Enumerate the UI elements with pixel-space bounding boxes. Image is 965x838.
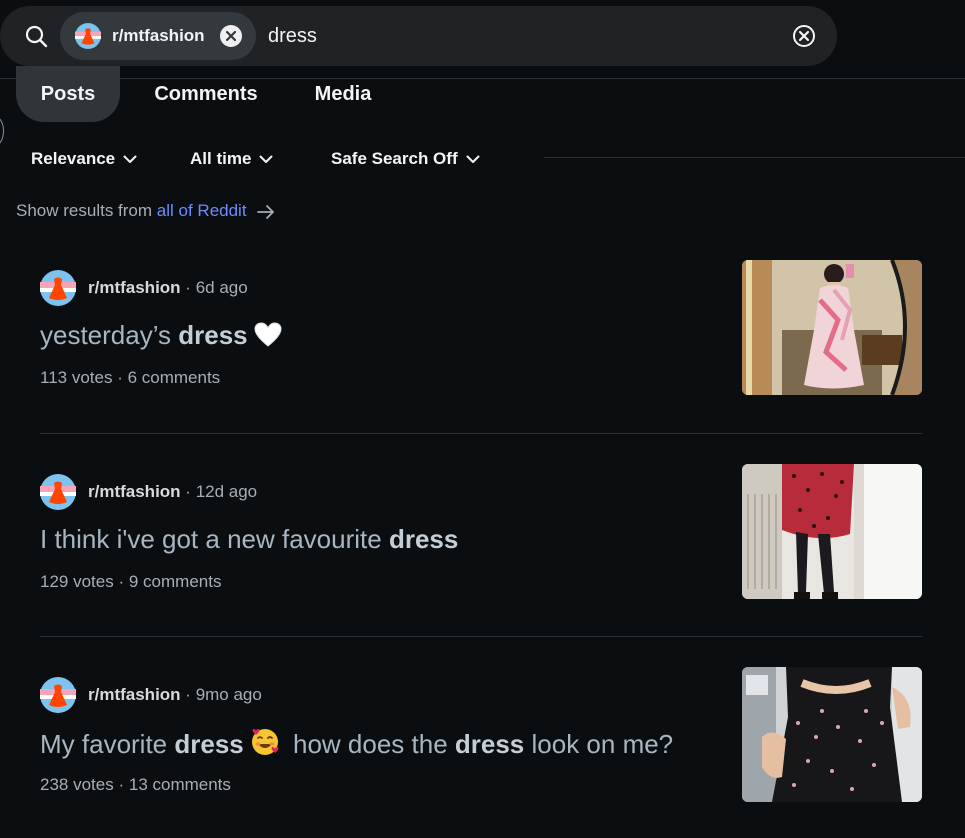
search-result-post[interactable]: r/mtfashion · 6d ago yesterday’s dress 1… [40,260,922,396]
filter-divider [544,157,965,158]
tab-comments[interactable]: Comments [146,66,266,122]
tab-media[interactable]: Media [304,66,382,122]
stats-separator: · [118,572,129,591]
post-comments: 6 comments [127,368,221,387]
post-title[interactable]: I think i've got a new favourite dress [40,524,458,555]
safe-search-dropdown[interactable]: Safe Search Off [331,146,480,172]
title-highlight: dress [174,729,244,759]
post-meta: r/mtfashion · 9mo ago [88,685,262,705]
subreddit-avatar-icon [75,23,101,49]
search-result-post[interactable]: r/mtfashion · 9mo ago My favorite dress … [40,667,922,803]
post-comments: 13 comments [128,775,231,794]
post-votes: 129 votes [40,572,114,591]
all-of-reddit-link[interactable]: all of Reddit [157,201,247,220]
title-text: yesterday’s [40,320,179,350]
post-subreddit-link[interactable]: r/mtfashion [88,482,181,501]
post-subreddit-link[interactable]: r/mtfashion [88,685,181,704]
post-divider [40,433,922,434]
post-title[interactable]: yesterday’s dress [40,320,288,351]
white-heart-icon [254,322,282,347]
post-stats: 113 votes · 6 comments [40,368,220,388]
time-dropdown-label: All time [190,149,252,168]
show-results-prefix: Show results from [16,201,153,220]
subreddit-avatar-icon[interactable] [40,677,76,713]
safe-search-label: Safe Search Off [331,149,458,168]
stats-separator: · [117,368,128,387]
subreddit-filter-chip[interactable]: r/mtfashion [60,12,256,60]
chevron-down-icon [466,155,480,164]
post-subreddit-link[interactable]: r/mtfashion [88,278,181,297]
post-thumbnail[interactable] [742,667,922,802]
remove-subreddit-button[interactable] [220,25,242,47]
search-bar[interactable]: r/mtfashion [0,6,837,66]
search-result-post[interactable]: r/mtfashion · 12d ago I think i've got a… [40,464,922,600]
post-stats: 238 votes · 13 comments [40,775,231,795]
subreddit-chip-label: r/mtfashion [112,26,205,45]
sort-dropdown-label: Relevance [31,149,116,168]
meta-separator: · [185,685,196,704]
post-thumbnail[interactable] [742,464,922,599]
close-icon [226,31,236,41]
post-divider [40,636,922,637]
post-comments: 9 comments [128,572,222,591]
search-icon[interactable] [24,24,48,48]
header-divider [0,78,965,79]
stats-separator: · [118,775,129,794]
meta-separator: · [185,278,196,297]
post-thumbnail[interactable] [742,260,922,395]
post-age: 12d ago [195,482,258,501]
title-text: look on me? [524,729,674,759]
subreddit-avatar-icon[interactable] [40,270,76,306]
title-highlight: dress [454,729,525,759]
title-text: how does the [285,729,455,759]
sort-dropdown[interactable]: Relevance [31,146,137,172]
post-age: 6d ago [195,278,248,297]
post-votes: 238 votes [40,775,114,794]
time-dropdown[interactable]: All time [190,146,273,172]
post-votes: 113 votes [40,368,113,387]
title-highlight: dress [178,320,248,350]
show-results-from: Show results from all of Reddit [16,201,275,221]
search-input[interactable] [268,20,768,52]
tab-posts[interactable]: Posts [16,66,120,122]
post-meta: r/mtfashion · 6d ago [88,278,248,298]
chevron-down-icon [259,155,273,164]
clear-search-icon[interactable] [792,24,816,48]
collapsed-panel-handle[interactable] [0,116,4,146]
post-age: 9mo ago [195,685,262,704]
title-text: I think i've got a new favourite [40,524,389,554]
post-stats: 129 votes · 9 comments [40,572,221,592]
meta-separator: · [185,482,196,501]
chevron-down-icon [123,155,137,164]
title-highlight: dress [388,524,459,554]
smiling-face-with-hearts-icon [251,729,279,755]
search-results-page: r/mtfashion Posts Comments Media Relevan… [0,0,965,838]
title-text: My favorite [40,729,175,759]
post-title[interactable]: My favorite dress how does the dress loo… [40,727,673,760]
subreddit-avatar-icon[interactable] [40,474,76,510]
post-meta: r/mtfashion · 12d ago [88,482,257,502]
arrow-right-icon[interactable] [256,204,275,219]
